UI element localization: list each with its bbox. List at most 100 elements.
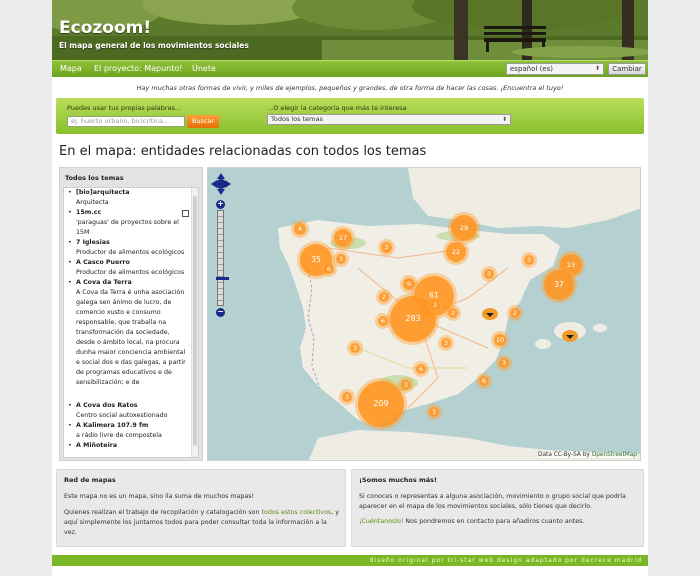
map-cluster[interactable]: 3 <box>429 407 439 417</box>
list-item-desc: Arquitecta <box>76 199 109 206</box>
language-select[interactable]: español (es) ⬍ <box>506 63 604 75</box>
map[interactable]: + − 4 17 35 29 22 23 37 3 9 61 283 209 3… <box>207 167 641 461</box>
map-cluster[interactable]: 6 <box>378 316 388 326</box>
list-item-name[interactable]: 7 Iglesias <box>76 238 186 248</box>
external-link-icon[interactable] <box>182 210 189 217</box>
entity-list[interactable]: • [bio]arquitecta Arquitecta • 15m.cc'parag… <box>63 187 199 458</box>
select-arrows-icon: ⬍ <box>594 65 600 72</box>
list-item-name[interactable]: [bio]arquitecta <box>76 188 186 198</box>
map-cluster[interactable]: 2 <box>379 292 389 302</box>
join-box: ¡Somos muchos más! Si conoces o represen… <box>351 469 644 547</box>
map-cluster[interactable]: 6 <box>479 376 489 386</box>
map-cluster[interactable]: 3 <box>499 358 509 368</box>
search-label: Puedes usar tus propias palabras... <box>67 104 182 112</box>
map-cluster[interactable]: 3 <box>441 338 451 348</box>
map-cluster[interactable]: 3 <box>524 255 534 265</box>
map-cluster[interactable]: 22 <box>446 242 466 262</box>
map-cluster[interactable]: 10 <box>494 334 506 346</box>
list-item-desc: Productor de alimentos ecológicos <box>76 249 185 256</box>
zoom-in-button[interactable]: + <box>216 200 225 209</box>
site-subtitle: El mapa general de los movimientos socia… <box>59 41 249 50</box>
pan-arrows-icon <box>211 173 231 195</box>
category-select-value: Todos los temas <box>271 115 323 123</box>
list-item[interactable]: • A Miñoteira <box>68 441 186 451</box>
zoom-out-button[interactable]: − <box>216 308 225 317</box>
map-cluster[interactable]: 29 <box>451 215 477 241</box>
section-title: En el mapa: entidades relacionadas con t… <box>59 144 427 159</box>
list-item-name[interactable]: A Cova da Terra <box>76 278 186 288</box>
join-title: ¡Somos muchos más! <box>359 476 437 484</box>
map-cluster[interactable]: 6 <box>324 264 334 274</box>
map-cluster[interactable]: 3 <box>342 392 352 402</box>
map-cluster[interactable]: 37 <box>544 270 574 300</box>
entity-list-panel: Todos los temas • [bio]arquitecta Arquitec… <box>59 167 203 461</box>
map-cluster[interactable]: 2 <box>510 308 520 318</box>
list-item[interactable]: • A Cova dos Ratos Centro social autoxesti… <box>68 401 186 421</box>
map-cluster[interactable]: 2 <box>448 308 458 318</box>
list-item[interactable]: • 7 Iglesias Productor de alimentos ecológ… <box>68 238 186 258</box>
zoom-slider-handle[interactable] <box>216 277 229 280</box>
site-title[interactable]: Ecozoom! <box>59 18 151 38</box>
entity-list-heading: Todos los temas <box>65 174 124 182</box>
map-cluster[interactable]: 3 <box>381 242 392 253</box>
header-banner: Ecozoom! El mapa general de los movimien… <box>52 0 648 60</box>
search-box: Puedes usar tus propias palabras... ej. … <box>56 98 644 134</box>
list-item[interactable]: • A Casco Puerro Productor de alimentos ec… <box>68 258 186 278</box>
list-item[interactable]: • A Cova da Terra A Cova da Terra é unha a… <box>68 278 186 388</box>
category-label: ...O elegir la categoría que más te inte… <box>267 104 407 112</box>
page: Ecozoom! El mapa general de los movimien… <box>52 0 648 576</box>
join-text-1: Si conoces o representas a alguna asocia… <box>359 493 626 510</box>
list-scrollbar-thumb[interactable] <box>193 196 197 446</box>
map-cluster[interactable]: 3 <box>401 380 411 390</box>
zoom-slider[interactable] <box>216 210 229 306</box>
list-item[interactable]: • [bio]arquitecta Arquitecta <box>68 188 186 208</box>
list-scrollbar[interactable] <box>191 188 198 457</box>
search-button[interactable]: Buscar <box>187 115 219 128</box>
main-nav: Mapa El proyecto: Mapunto! Únete español… <box>52 60 648 77</box>
list-item-name[interactable]: A Casco Puerro <box>76 258 186 268</box>
map-network-box: Red de mapas Este mapa no es un mapa, si… <box>56 469 346 547</box>
map-attribution: Data CC-By-SA by OpenStreetMap <box>538 452 637 458</box>
tagline: Hay muchas otras formas de vivir, y mile… <box>136 84 564 92</box>
attribution-text: Data CC-By-SA by <box>538 452 590 458</box>
nav-item-unete[interactable]: Únete <box>192 64 216 73</box>
map-cluster[interactable]: 4 <box>294 223 306 235</box>
map-cluster[interactable]: 17 <box>334 229 352 247</box>
map-marker-icon[interactable] <box>562 330 578 342</box>
map-cluster[interactable]: 9 <box>403 278 415 290</box>
list-item-name[interactable]: A Miñoteira <box>76 441 186 451</box>
map-network-title: Red de mapas <box>64 476 116 484</box>
join-text-2: ¡Cuéntanoslo! Nos pondremos en contacto … <box>359 518 585 525</box>
list-item-name[interactable]: A Cova dos Ratos <box>76 401 186 411</box>
tell-us-link[interactable]: ¡Cuéntanoslo! <box>359 518 403 525</box>
collectives-link[interactable]: todos estos colectivos <box>262 509 332 516</box>
pan-control[interactable] <box>211 173 231 195</box>
change-language-button[interactable]: Cambiar <box>608 63 646 75</box>
category-select[interactable]: Todos los temas ⬍ <box>267 114 511 125</box>
list-item-name[interactable]: 15m.cc <box>76 208 186 218</box>
map-cluster[interactable]: 3 <box>484 269 494 279</box>
list-item-name[interactable]: A Kalimera 107.9 fm <box>76 421 186 431</box>
select-arrows-icon: ⬍ <box>501 116 507 123</box>
map-marker-icon[interactable] <box>482 308 498 320</box>
list-item-desc: A Cova da Terra é unha asociación galega… <box>76 289 186 386</box>
language-select-value: español (es) <box>510 65 553 73</box>
list-item-desc: a rádio livre de compostela <box>76 432 162 439</box>
map-cluster[interactable]: 6 <box>416 364 426 374</box>
map-cluster[interactable]: 209 <box>358 381 404 427</box>
list-item-desc: 'paraguas' de proyectos sobre el 15M <box>76 219 179 236</box>
map-cluster[interactable]: 3 <box>336 254 346 264</box>
zoom-bar[interactable]: + − <box>216 200 229 318</box>
list-item-desc: Productor de alimentos ecológicos <box>76 269 185 276</box>
search-input[interactable]: ej. huerto urbano, bicicrítica... <box>67 116 185 127</box>
nav-item-proyecto[interactable]: El proyecto: Mapunto! <box>94 64 183 73</box>
map-cluster[interactable]: 3 <box>350 343 360 353</box>
map-cluster[interactable]: 3 <box>430 300 440 310</box>
list-item-desc: Centro social autoxestionado <box>76 412 168 419</box>
map-cluster[interactable]: 283 <box>390 296 436 342</box>
list-item[interactable]: • A Kalimera 107.9 fm a rádio livre de com… <box>68 421 186 441</box>
list-item[interactable]: • 15m.cc'paraguas' de proyectos sobre el … <box>68 208 186 238</box>
map-network-text-1: Este mapa no es un mapa, sino ila suma d… <box>64 493 255 500</box>
osm-link[interactable]: OpenStreetMap <box>592 452 637 458</box>
nav-item-mapa[interactable]: Mapa <box>60 64 82 73</box>
